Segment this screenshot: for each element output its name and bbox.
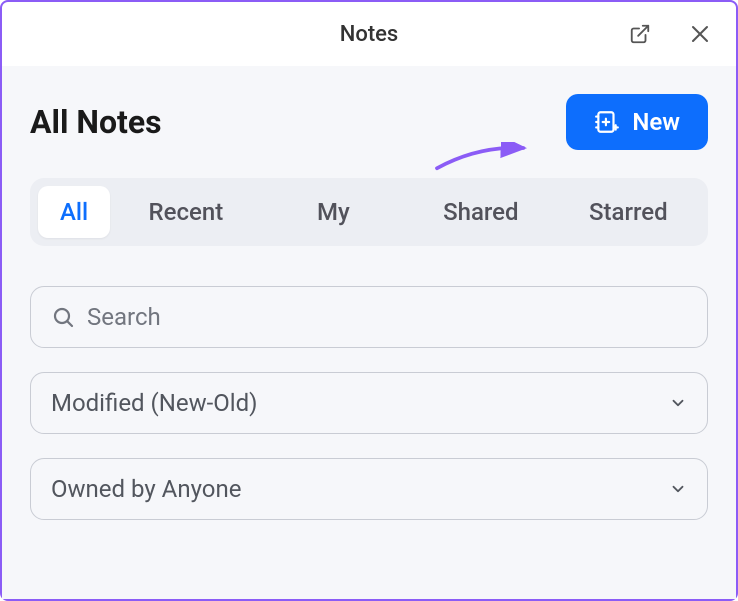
search-field[interactable] xyxy=(30,286,708,348)
chevron-down-icon xyxy=(669,394,687,412)
filter-tabs: All Recent My Shared Starred xyxy=(30,178,708,246)
titlebar: Notes xyxy=(2,2,736,66)
tab-recent[interactable]: Recent xyxy=(114,186,257,238)
owner-dropdown-label: Owned by Anyone xyxy=(51,475,657,503)
titlebar-title: Notes xyxy=(340,22,399,47)
titlebar-actions xyxy=(628,22,712,46)
new-note-button[interactable]: New xyxy=(566,94,708,150)
sort-dropdown[interactable]: Modified (New-Old) xyxy=(30,372,708,434)
owner-dropdown[interactable]: Owned by Anyone xyxy=(30,458,708,520)
tab-starred[interactable]: Starred xyxy=(557,186,700,238)
search-icon xyxy=(51,305,75,329)
search-input[interactable] xyxy=(87,303,687,331)
open-external-icon[interactable] xyxy=(628,22,652,46)
new-button-label: New xyxy=(632,108,680,136)
tab-all[interactable]: All xyxy=(38,186,110,238)
close-icon[interactable] xyxy=(688,22,712,46)
chevron-down-icon xyxy=(669,480,687,498)
tab-my[interactable]: My xyxy=(262,186,405,238)
main-panel: All Notes New All Recent My Shared Starr… xyxy=(2,66,736,599)
tab-shared[interactable]: Shared xyxy=(409,186,552,238)
header-row: All Notes New xyxy=(30,94,708,150)
page-title: All Notes xyxy=(30,103,162,141)
new-note-icon xyxy=(594,109,620,135)
sort-dropdown-label: Modified (New-Old) xyxy=(51,389,657,417)
